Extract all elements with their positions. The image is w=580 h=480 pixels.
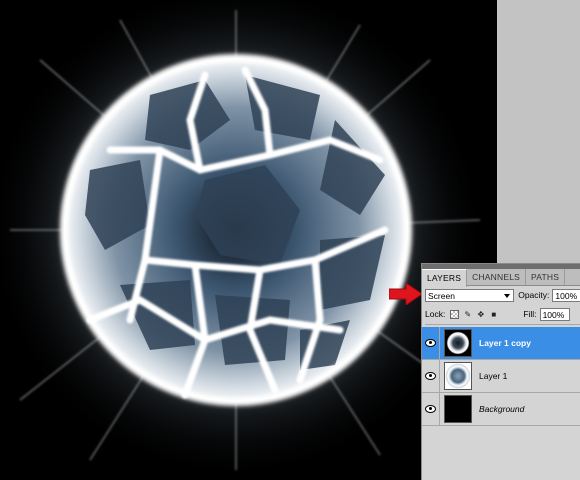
blend-mode-dropdown[interactable]: Screen — [425, 288, 515, 302]
lock-move-icon[interactable]: ✥ — [476, 310, 485, 319]
layer-thumbnail — [444, 362, 472, 390]
panel-tabs: LAYERS CHANNELS PATHS — [422, 269, 580, 287]
lock-brush-icon[interactable]: ✎ — [463, 310, 472, 319]
lock-fill-row: Lock: ✎ ✥ ■ Fill: 100% — [425, 307, 580, 325]
layer-row-background[interactable]: Background — [422, 393, 580, 426]
fill-field[interactable]: 100% — [539, 307, 570, 321]
eye-icon — [425, 405, 436, 413]
lock-all-icon[interactable]: ■ — [489, 310, 498, 319]
layer-row-layer-1[interactable]: Layer 1 — [422, 360, 580, 393]
blend-mode-value: Screen — [428, 290, 455, 301]
eye-icon — [425, 372, 436, 380]
eye-icon — [425, 339, 436, 347]
layer-thumbnail — [444, 395, 472, 423]
fill-label: Fill: — [523, 309, 537, 319]
lock-transparency-icon[interactable] — [450, 309, 460, 319]
layers-panel: LAYERS CHANNELS PATHS Screen Opacity: 10… — [421, 263, 580, 480]
tab-channels[interactable]: CHANNELS — [467, 269, 527, 285]
blend-opacity-row: Screen Opacity: 100% — [425, 287, 580, 303]
layer-row-layer-1-copy[interactable]: Layer 1 copy — [422, 327, 580, 360]
visibility-toggle[interactable] — [422, 327, 440, 359]
layer-thumbnail — [444, 329, 472, 357]
opacity-label: Opacity: — [518, 290, 550, 300]
dropdown-arrow-icon — [504, 293, 511, 298]
tab-layers[interactable]: LAYERS — [422, 269, 468, 287]
layer-name: Layer 1 copy — [479, 338, 531, 348]
layer-name: Background — [479, 404, 525, 414]
opacity-field[interactable]: 100% — [552, 288, 580, 302]
lock-label: Lock: — [425, 309, 446, 319]
visibility-toggle[interactable] — [422, 393, 440, 425]
visibility-toggle[interactable] — [422, 360, 440, 392]
annotation-arrow — [389, 283, 423, 305]
tab-paths[interactable]: PATHS — [526, 269, 566, 285]
layer-name: Layer 1 — [479, 371, 508, 381]
